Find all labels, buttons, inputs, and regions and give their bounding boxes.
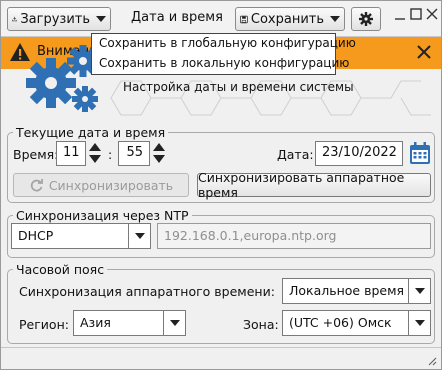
ntp-mode-select[interactable]: DHCP [11,223,151,249]
chevron-down-icon [96,16,106,22]
save-menu: Сохранить в глобальную конфигурацию Сохр… [91,33,356,75]
zone-select[interactable]: (UTC +06) Омск [282,310,431,336]
status-bar [1,347,441,369]
date-label: Дата: [277,147,314,162]
close-icon[interactable] [425,7,439,21]
chevron-down-icon [414,288,425,294]
time-separator: : [108,147,113,162]
save-label: Сохранить [250,11,324,27]
hw-sync-label: Синхронизация аппаратного времени: [19,284,275,299]
chevron-down-icon [134,233,145,239]
minutes-spinner-icon[interactable] [152,141,166,165]
settings-button[interactable] [351,7,381,31]
refresh-icon [30,178,43,191]
page-title: Настройка даты и времени системы [123,80,354,94]
timezone-legend: Часовой пояс [16,262,105,277]
hw-sync-value: Локальное время [289,283,405,298]
minutes-input[interactable]: 55 [118,141,150,166]
close-icon[interactable] [415,43,433,61]
save-button[interactable]: Сохранить [235,7,345,31]
minimize-icon[interactable] [393,7,407,21]
region-label: Регион: [19,317,69,332]
floppy-disk-icon [240,15,248,23]
window-title: Дата и время [131,10,223,25]
sync-hardware-time-button[interactable]: Синхронизировать аппаратное время [197,170,431,200]
region-value: Азия [80,315,111,330]
time-label: Время: [13,147,59,162]
calendar-icon[interactable] [409,141,431,165]
upload-button[interactable]: Загрузить [7,7,111,31]
save-global-menu-item[interactable]: Сохранить в глобальную конфигурацию [92,34,356,54]
save-local-menu-item[interactable]: Сохранить в локальную конфигурацию [92,54,349,74]
title-bar: Загрузить Дата и время Сохранить [1,1,441,37]
gear-icon [359,12,373,26]
sync-button-label: Синхронизировать [48,177,174,193]
hw-sync-select[interactable]: Локальное время [282,278,431,304]
ntp-legend: Синхронизация через NTP [16,208,189,223]
hours-spinner-icon[interactable] [88,141,102,165]
ntp-mode-value: DHCP [18,228,54,243]
maximize-icon[interactable] [409,7,423,21]
sync-button[interactable]: Синхронизировать [13,173,189,197]
download-icon [12,16,18,22]
chevron-down-icon [330,16,340,22]
date-input[interactable]: 23/10/2022 [315,141,403,166]
resize-grip-icon[interactable] [425,354,437,366]
region-select[interactable]: Азия [73,310,186,336]
date-time-window: Загрузить Дата и время Сохранить Сохрани… [0,0,442,370]
chevron-down-icon [414,320,425,326]
chevron-down-icon [169,320,180,326]
zone-value: (UTC +06) Омск [289,315,392,330]
ntp-servers-input[interactable]: 192.168.0.1,europa.ntp.org [157,223,431,249]
upload-label: Загрузить [20,11,90,27]
zone-label: Зона: [243,317,279,332]
hex-pattern-decoration [110,80,431,116]
current-datetime-legend: Текущие дата и время [16,125,166,140]
hours-input[interactable]: 11 [56,141,86,166]
